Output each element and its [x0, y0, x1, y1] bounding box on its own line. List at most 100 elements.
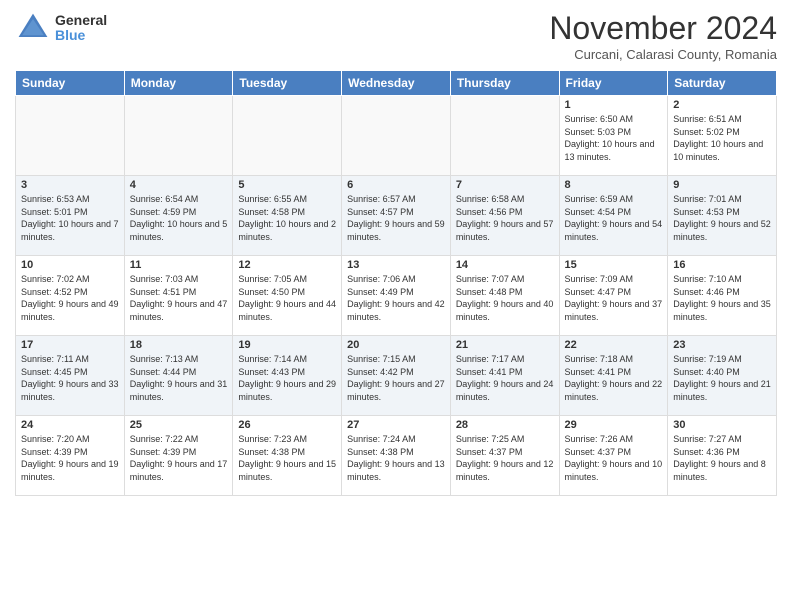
day-number: 7 [456, 179, 554, 191]
location: Curcani, Calarasi County, Romania [549, 47, 777, 62]
day-number: 29 [565, 419, 663, 431]
logo: General Blue [15, 10, 107, 46]
calendar-week-0: 1 Sunrise: 6:50 AMSunset: 5:03 PMDaylight… [16, 96, 777, 176]
calendar-cell: 30 Sunrise: 7:27 AMSunset: 4:36 PMDayligh… [668, 416, 777, 496]
day-info: Sunrise: 6:58 AMSunset: 4:56 PMDaylight:… [456, 193, 554, 243]
day-info: Sunrise: 7:20 AMSunset: 4:39 PMDaylight:… [21, 433, 119, 483]
day-number: 18 [130, 339, 228, 351]
col-sunday: Sunday [16, 71, 125, 96]
calendar-cell: 20 Sunrise: 7:15 AMSunset: 4:42 PMDayligh… [342, 336, 451, 416]
calendar-cell: 28Sunrise: 7:25 AMSunset: 4:37 PMDayligh… [450, 416, 559, 496]
col-wednesday: Wednesday [342, 71, 451, 96]
day-info: Sunrise: 7:26 AMSunset: 4:37 PMDaylight:… [565, 433, 663, 483]
calendar-cell: 10Sunrise: 7:02 AMSunset: 4:52 PMDayligh… [16, 256, 125, 336]
day-number: 6 [347, 179, 445, 191]
calendar-cell: 29 Sunrise: 7:26 AMSunset: 4:37 PMDayligh… [559, 416, 668, 496]
day-number: 8 [565, 179, 663, 191]
calendar-cell [124, 96, 233, 176]
calendar-cell: 24 Sunrise: 7:20 AMSunset: 4:39 PMDayligh… [16, 416, 125, 496]
calendar-cell: 15 Sunrise: 7:09 AMSunset: 4:47 PMDayligh… [559, 256, 668, 336]
day-number: 24 [21, 419, 119, 431]
calendar-cell: 14 Sunrise: 7:07 AMSunset: 4:48 PMDayligh… [450, 256, 559, 336]
day-info: Sunrise: 7:27 AMSunset: 4:36 PMDaylight:… [673, 433, 771, 483]
day-number: 21 [456, 339, 554, 351]
day-number: 26 [238, 419, 336, 431]
calendar-cell: 16Sunrise: 7:10 AMSunset: 4:46 PMDayligh… [668, 256, 777, 336]
day-number: 10 [21, 259, 119, 271]
day-info: Sunrise: 7:11 AMSunset: 4:45 PMDaylight:… [21, 353, 119, 403]
day-info: Sunrise: 7:13 AMSunset: 4:44 PMDaylight:… [130, 353, 228, 403]
day-info: Sunrise: 7:03 AMSunset: 4:51 PMDaylight:… [130, 273, 228, 323]
calendar-week-3: 17 Sunrise: 7:11 AMSunset: 4:45 PMDayligh… [16, 336, 777, 416]
calendar-cell: 21 Sunrise: 7:17 AMSunset: 4:41 PMDayligh… [450, 336, 559, 416]
col-thursday: Thursday [450, 71, 559, 96]
header: General Blue November 2024 Curcani, Cala… [15, 10, 777, 62]
day-number: 5 [238, 179, 336, 191]
day-number: 12 [238, 259, 336, 271]
calendar-cell: 2Sunrise: 6:51 AMSunset: 5:02 PMDaylight… [668, 96, 777, 176]
day-info: Sunrise: 7:15 AMSunset: 4:42 PMDaylight:… [347, 353, 445, 403]
day-info: Sunrise: 7:07 AMSunset: 4:48 PMDaylight:… [456, 273, 554, 323]
logo-icon [15, 10, 51, 46]
day-info: Sunrise: 6:57 AMSunset: 4:57 PMDaylight:… [347, 193, 445, 243]
day-info: Sunrise: 7:24 AMSunset: 4:38 PMDaylight:… [347, 433, 445, 483]
day-info: Sunrise: 7:25 AMSunset: 4:37 PMDaylight:… [456, 433, 554, 483]
calendar-cell [16, 96, 125, 176]
calendar-cell: 8 Sunrise: 6:59 AMSunset: 4:54 PMDaylight… [559, 176, 668, 256]
day-number: 1 [565, 99, 663, 111]
col-friday: Friday [559, 71, 668, 96]
day-number: 3 [21, 179, 119, 191]
day-info: Sunrise: 6:54 AMSunset: 4:59 PMDaylight:… [130, 193, 228, 243]
col-monday: Monday [124, 71, 233, 96]
calendar-cell: 3 Sunrise: 6:53 AMSunset: 5:01 PMDaylight… [16, 176, 125, 256]
page: General Blue November 2024 Curcani, Cala… [0, 0, 792, 612]
day-number: 2 [673, 99, 771, 111]
day-info: Sunrise: 6:53 AMSunset: 5:01 PMDaylight:… [21, 193, 119, 243]
col-saturday: Saturday [668, 71, 777, 96]
day-number: 4 [130, 179, 228, 191]
day-number: 30 [673, 419, 771, 431]
day-number: 15 [565, 259, 663, 271]
day-info: Sunrise: 6:50 AMSunset: 5:03 PMDaylight:… [565, 113, 663, 163]
col-tuesday: Tuesday [233, 71, 342, 96]
day-number: 20 [347, 339, 445, 351]
day-number: 25 [130, 419, 228, 431]
calendar-cell: 17 Sunrise: 7:11 AMSunset: 4:45 PMDayligh… [16, 336, 125, 416]
calendar-cell: 12 Sunrise: 7:05 AMSunset: 4:50 PMDayligh… [233, 256, 342, 336]
title-section: November 2024 Curcani, Calarasi County, … [549, 10, 777, 62]
logo-blue-text: Blue [55, 28, 107, 43]
day-number: 16 [673, 259, 771, 271]
day-info: Sunrise: 7:05 AMSunset: 4:50 PMDaylight:… [238, 273, 336, 323]
day-info: Sunrise: 7:17 AMSunset: 4:41 PMDaylight:… [456, 353, 554, 403]
calendar-cell: 5Sunrise: 6:55 AMSunset: 4:58 PMDaylight… [233, 176, 342, 256]
calendar-cell: 6 Sunrise: 6:57 AMSunset: 4:57 PMDaylight… [342, 176, 451, 256]
day-info: Sunrise: 7:14 AMSunset: 4:43 PMDaylight:… [238, 353, 336, 403]
logo-general-text: General [55, 13, 107, 28]
calendar-cell: 4 Sunrise: 6:54 AMSunset: 4:59 PMDaylight… [124, 176, 233, 256]
day-number: 14 [456, 259, 554, 271]
day-info: Sunrise: 7:23 AMSunset: 4:38 PMDaylight:… [238, 433, 336, 483]
calendar-week-4: 24 Sunrise: 7:20 AMSunset: 4:39 PMDayligh… [16, 416, 777, 496]
calendar-cell: 13Sunrise: 7:06 AMSunset: 4:49 PMDayligh… [342, 256, 451, 336]
calendar-cell: 25Sunrise: 7:22 AMSunset: 4:39 PMDayligh… [124, 416, 233, 496]
calendar-cell: 11Sunrise: 7:03 AMSunset: 4:51 PMDayligh… [124, 256, 233, 336]
day-info: Sunrise: 7:01 AMSunset: 4:53 PMDaylight:… [673, 193, 771, 243]
calendar-cell: 27 Sunrise: 7:24 AMSunset: 4:38 PMDayligh… [342, 416, 451, 496]
day-number: 27 [347, 419, 445, 431]
day-info: Sunrise: 6:59 AMSunset: 4:54 PMDaylight:… [565, 193, 663, 243]
calendar-cell [450, 96, 559, 176]
calendar-cell: 19 Sunrise: 7:14 AMSunset: 4:43 PMDayligh… [233, 336, 342, 416]
day-info: Sunrise: 7:06 AMSunset: 4:49 PMDaylight:… [347, 273, 445, 323]
calendar-cell: 7 Sunrise: 6:58 AMSunset: 4:56 PMDaylight… [450, 176, 559, 256]
month-title: November 2024 [549, 10, 777, 47]
logo-text: General Blue [55, 13, 107, 44]
day-number: 19 [238, 339, 336, 351]
calendar-cell: 23Sunrise: 7:19 AMSunset: 4:40 PMDayligh… [668, 336, 777, 416]
day-number: 17 [21, 339, 119, 351]
day-number: 22 [565, 339, 663, 351]
calendar-cell: 26 Sunrise: 7:23 AMSunset: 4:38 PMDayligh… [233, 416, 342, 496]
day-number: 23 [673, 339, 771, 351]
day-info: Sunrise: 7:09 AMSunset: 4:47 PMDaylight:… [565, 273, 663, 323]
calendar-cell: 22Sunrise: 7:18 AMSunset: 4:41 PMDayligh… [559, 336, 668, 416]
day-number: 9 [673, 179, 771, 191]
